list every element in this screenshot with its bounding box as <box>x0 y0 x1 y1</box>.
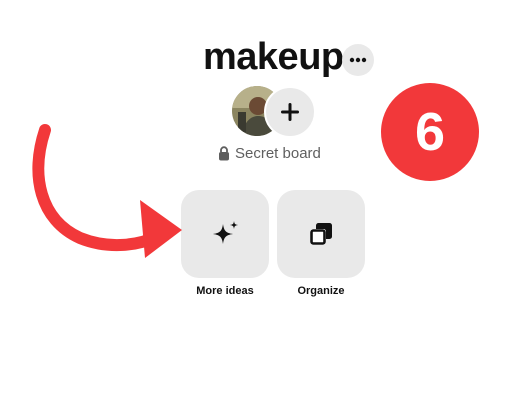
board-header: makeup Secret board More ideas Organize … <box>0 0 524 411</box>
pointer-arrow-icon <box>32 124 182 258</box>
